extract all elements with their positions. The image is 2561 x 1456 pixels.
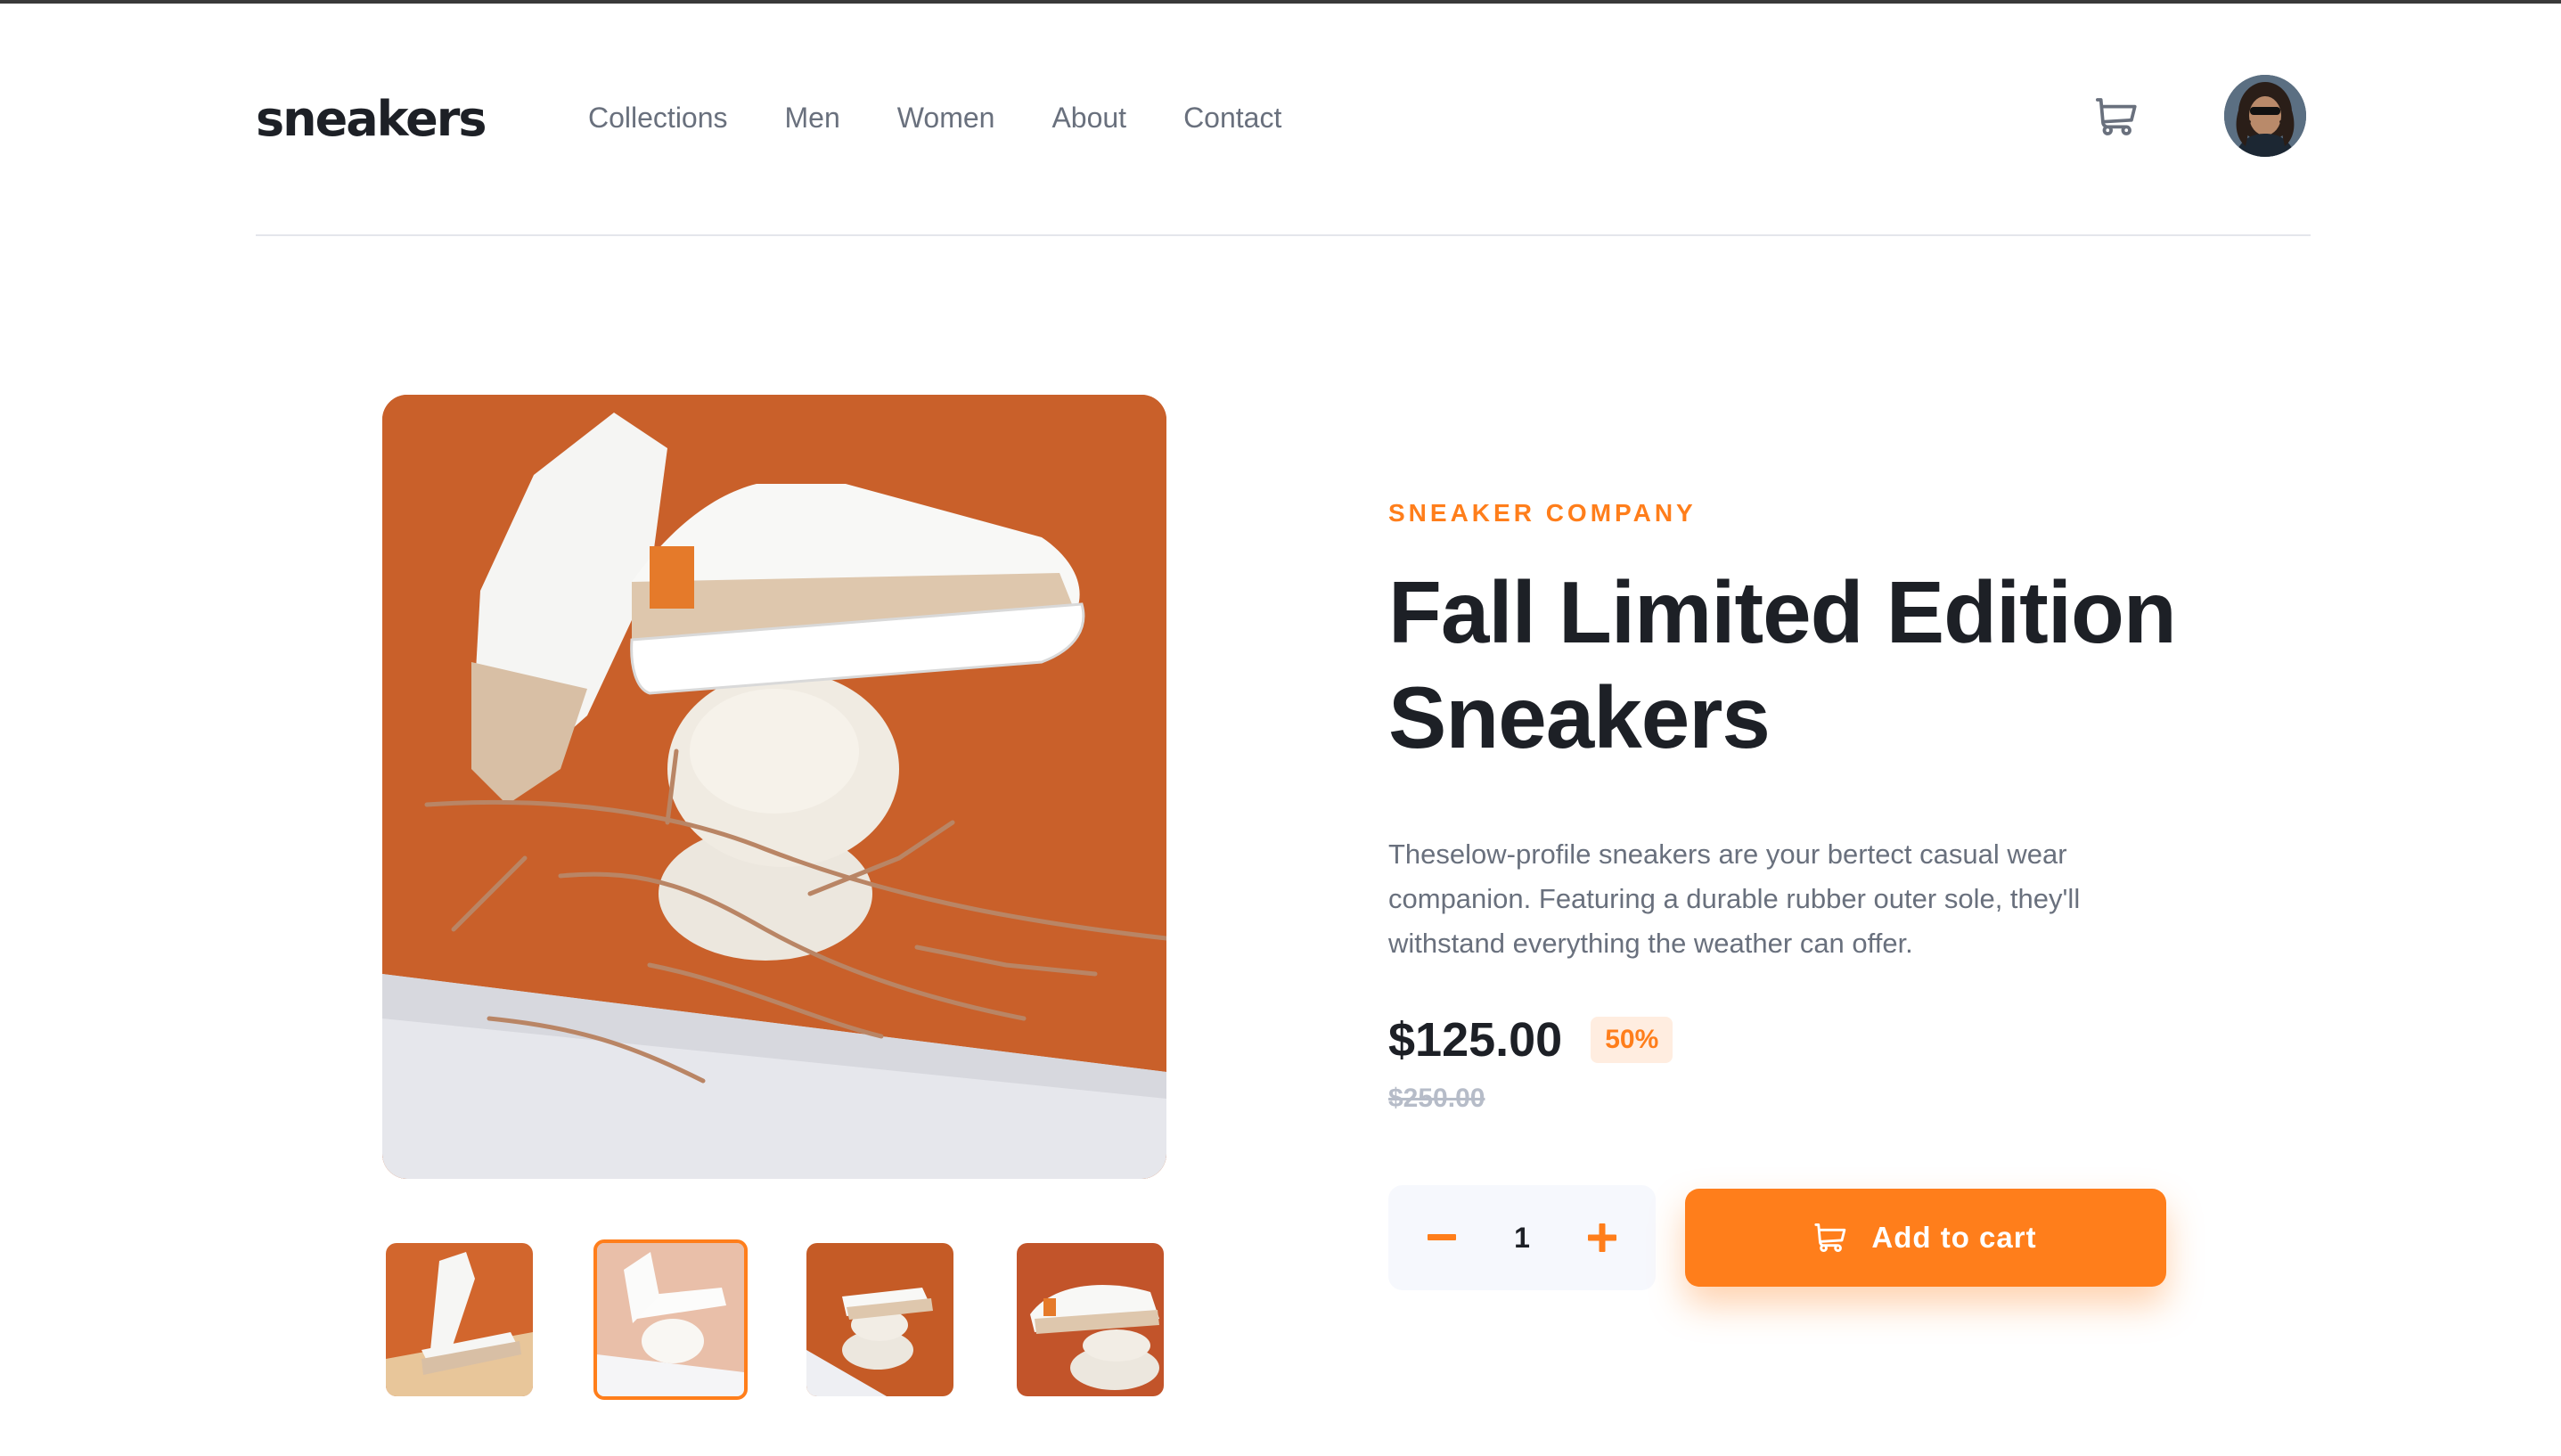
cart-button[interactable]: [2094, 94, 2139, 139]
nav-women[interactable]: Women: [897, 102, 995, 135]
price-row: $125.00 50%: [1388, 1012, 2190, 1067]
product-title: Fall Limited Edition Sneakers: [1388, 563, 2177, 766]
nav-collections[interactable]: Collections: [588, 102, 728, 135]
thumbnail-3-image: [806, 1243, 953, 1396]
product-details: SNEAKER COMPANY Fall Limited Edition Sne…: [1388, 499, 2190, 1114]
add-to-cart-button[interactable]: Add to cart: [1685, 1189, 2166, 1287]
thumbnail-4[interactable]: [1017, 1243, 1164, 1396]
decrease-quantity-button[interactable]: [1424, 1220, 1460, 1256]
user-avatar[interactable]: [2224, 75, 2306, 157]
thumbnail-strip: [382, 1239, 1166, 1401]
site-header: sneakers Collections Men Women About Con…: [256, 53, 2311, 236]
increase-quantity-button[interactable]: [1584, 1220, 1620, 1256]
nav-contact[interactable]: Contact: [1183, 102, 1281, 135]
brand-logo[interactable]: sneakers: [256, 91, 487, 147]
top-border: [0, 0, 2561, 4]
cart-icon: [1814, 1223, 1846, 1252]
product-description: Theselow-profile sneakers are your berte…: [1388, 838, 2081, 959]
quantity-value: 1: [1514, 1221, 1530, 1254]
thumbnail-2-image: [597, 1243, 744, 1396]
thumbnail-1[interactable]: [386, 1243, 533, 1396]
company-label: SNEAKER COMPANY: [1388, 499, 1697, 527]
main-product-image[interactable]: [382, 395, 1166, 1179]
cart-icon: [2096, 98, 2137, 135]
original-price: $250.00: [1388, 1084, 1485, 1113]
nav-about[interactable]: About: [1051, 102, 1126, 135]
current-price: $125.00: [1388, 1013, 1563, 1067]
thumbnail-3[interactable]: [806, 1243, 953, 1396]
plus-icon: [1587, 1223, 1616, 1252]
minus-icon: [1428, 1234, 1456, 1240]
product-photo: [382, 395, 1166, 1179]
nav-men[interactable]: Men: [785, 102, 840, 135]
discount-badge: 50%: [1591, 1017, 1673, 1063]
thumbnail-2[interactable]: [593, 1239, 748, 1400]
avatar-image: [2224, 75, 2306, 157]
main-nav: Collections Men Women About Contact: [588, 102, 1338, 135]
add-to-cart-label: Add to cart: [1871, 1221, 2037, 1254]
quantity-stepper: 1: [1388, 1185, 1656, 1290]
thumbnail-1-image: [386, 1243, 533, 1396]
thumbnail-4-image: [1017, 1243, 1164, 1396]
